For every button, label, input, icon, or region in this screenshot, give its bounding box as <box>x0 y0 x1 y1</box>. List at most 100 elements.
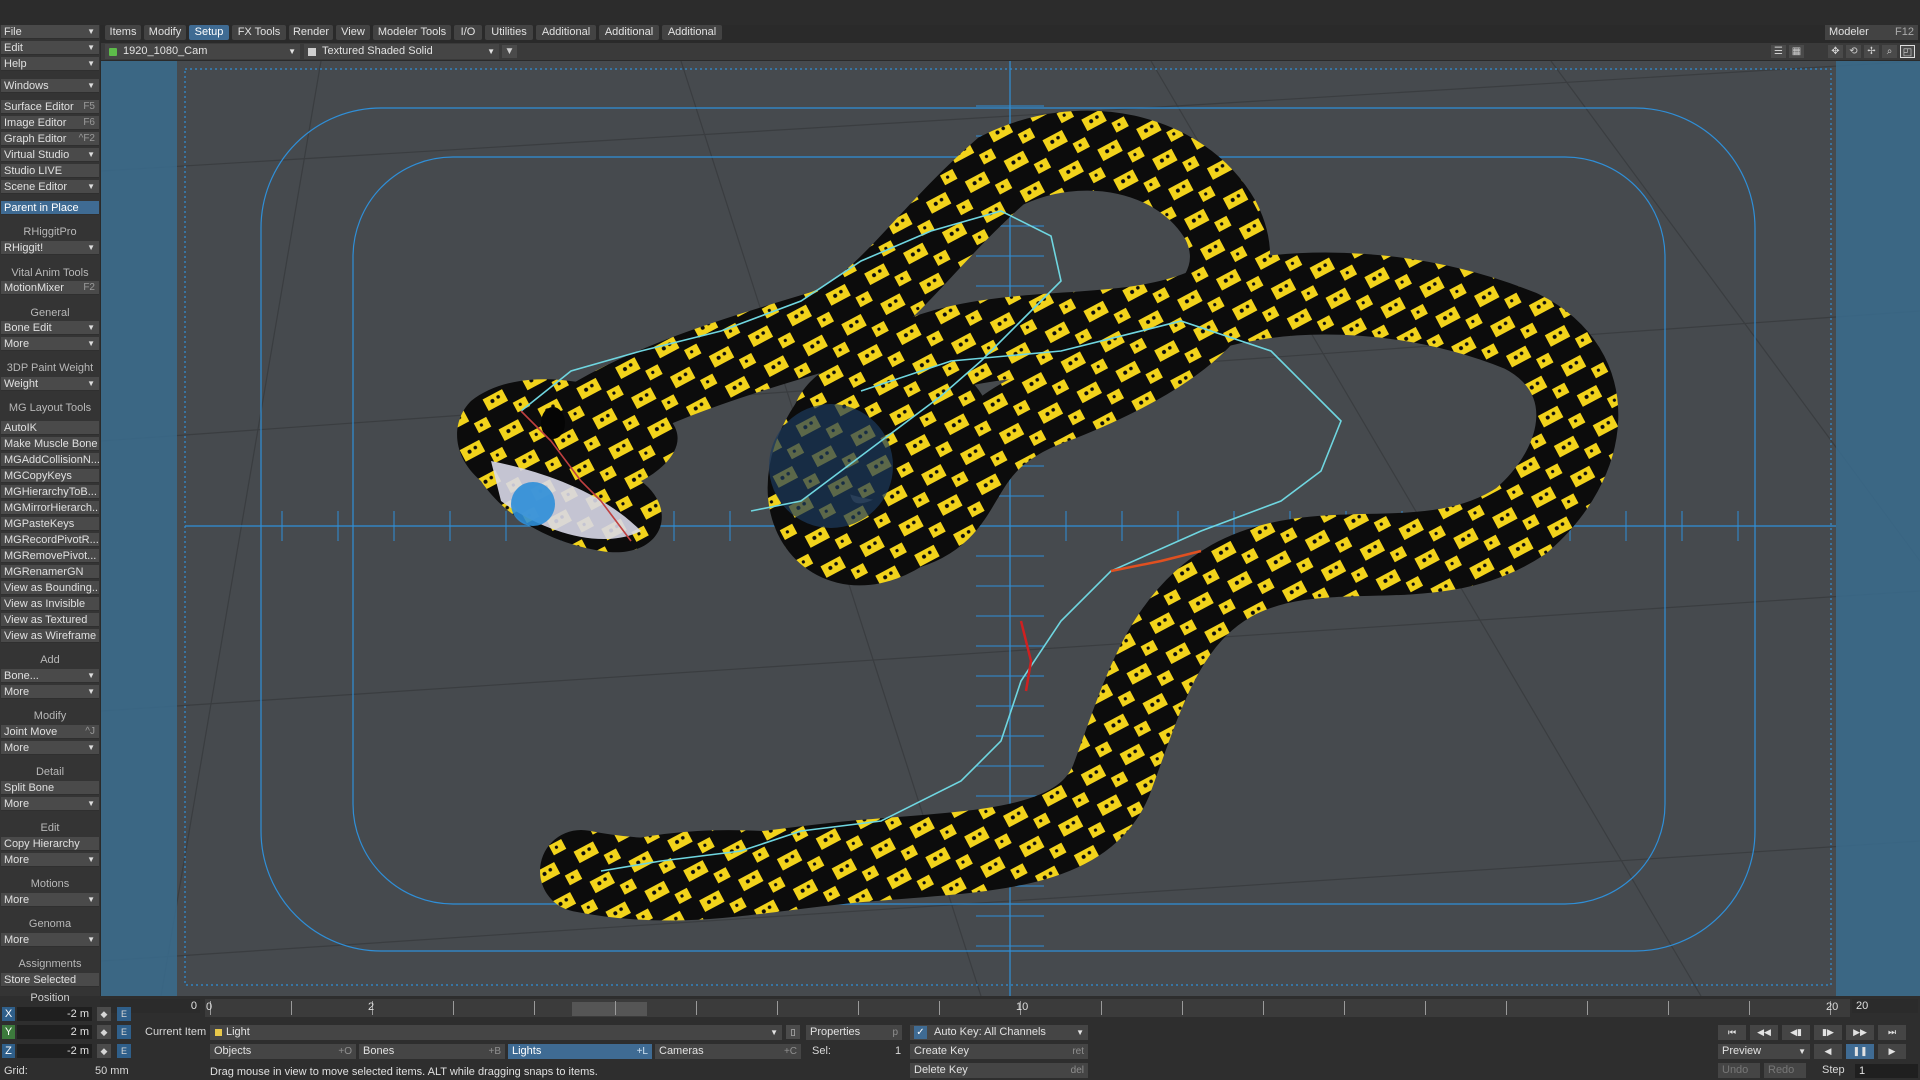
shading-dropdown[interactable]: Textured Shaded Solid ▼ <box>304 44 499 59</box>
toolbar-button[interactable]: Graph Editor ^F2 <box>1 132 99 146</box>
toolbar-button[interactable]: Make Muscle Bone <box>1 437 99 451</box>
tab-modify[interactable]: Modify <box>144 25 186 40</box>
x-envelope-button[interactable]: E <box>117 1007 131 1021</box>
y-envelope-button[interactable]: E <box>117 1025 131 1039</box>
previous-frame-icon[interactable]: ◀▮ <box>1782 1025 1810 1040</box>
toolbar-button[interactable]: MGMirrorHierarch... <box>1 501 99 515</box>
timeline-start-field[interactable]: 0 <box>100 999 200 1013</box>
toolbar-button[interactable]: Joint Move ^J <box>1 725 99 739</box>
properties-button[interactable]: Properties p <box>806 1025 902 1040</box>
select-cameras-button[interactable]: Cameras +C <box>655 1044 801 1059</box>
toolbar-button[interactable]: MGCopyKeys <box>1 469 99 483</box>
tab-items[interactable]: Items <box>105 25 141 40</box>
rotate-view-icon[interactable]: ⟲ <box>1846 45 1861 58</box>
step-field[interactable]: 1 <box>1855 1064 1918 1078</box>
toolbar-button[interactable]: MGAddCollisionN... <box>1 453 99 467</box>
toolbar-button[interactable]: Split Bone <box>1 781 99 795</box>
tab-additional[interactable]: Additional <box>536 25 596 40</box>
current-item-dropdown[interactable]: Light ▼ <box>210 1025 782 1040</box>
tab-setup[interactable]: Setup <box>189 25 229 40</box>
toolbar-button[interactable]: Studio LIVE <box>1 164 99 178</box>
toolbar-button[interactable]: Scene Editor ▼ <box>1 180 99 194</box>
toolbar-button[interactable]: More ▼ <box>1 797 99 811</box>
x-move-icon[interactable]: ◆ <box>97 1007 111 1021</box>
toolbar-button[interactable]: View as Invisible <box>1 597 99 611</box>
toolbar-button[interactable]: MGRenamerGN <box>1 565 99 579</box>
toolbar-button[interactable]: More ▼ <box>1 685 99 699</box>
next-frame-icon[interactable]: ▮▶ <box>1814 1025 1842 1040</box>
layout-icon[interactable]: ▦ <box>1789 45 1804 58</box>
camera-dropdown[interactable]: 1920_1080_Cam ▼ <box>105 44 300 59</box>
toolbar-button[interactable]: Image Editor F6 <box>1 116 99 130</box>
next-key-icon[interactable]: ▶▶ <box>1846 1025 1874 1040</box>
toolbar-button[interactable]: File ▼ <box>1 25 99 39</box>
tab-utilities[interactable]: Utilities <box>485 25 533 40</box>
maximize-icon[interactable]: ◰ <box>1900 45 1915 58</box>
go-to-start-icon[interactable]: ⏮ <box>1718 1025 1746 1040</box>
z-position-field[interactable]: -2 m <box>17 1044 92 1058</box>
tab-additional[interactable]: Additional <box>599 25 659 40</box>
pan-view-icon[interactable]: ✢ <box>1864 45 1879 58</box>
toolbar-button[interactable]: Virtual Studio ▼ <box>1 148 99 162</box>
python-model[interactable] <box>457 110 1619 921</box>
play-reverse-icon[interactable]: ◀ <box>1814 1044 1842 1059</box>
toolbar-button[interactable]: Bone Edit ▼ <box>1 321 99 335</box>
tab-fx-tools[interactable]: FX Tools <box>232 25 286 40</box>
toolbar-button[interactable]: View as Textured <box>1 613 99 627</box>
go-to-end-icon[interactable]: ⏭ <box>1878 1025 1906 1040</box>
perspective-viewport[interactable] <box>101 61 1920 996</box>
toolbar-button[interactable]: MGPasteKeys <box>1 517 99 531</box>
x-position-field[interactable]: -2 m <box>17 1007 92 1021</box>
preview-dropdown[interactable]: Preview ▼ <box>1718 1044 1810 1059</box>
toolbar-button[interactable]: MGRecordPivotR... <box>1 533 99 547</box>
previous-key-icon[interactable]: ◀◀ <box>1750 1025 1778 1040</box>
toolbar-button[interactable]: More ▼ <box>1 893 99 907</box>
auto-key-dropdown[interactable]: ✓ Auto Key: All Channels ▼ <box>910 1025 1088 1040</box>
toolbar-button[interactable]: Parent in Place <box>1 201 99 215</box>
tab-additional[interactable]: Additional <box>662 25 722 40</box>
play-icon[interactable]: ▶ <box>1878 1044 1906 1059</box>
toolbar-button[interactable]: Surface Editor F5 <box>1 100 99 114</box>
toolbar-button[interactable]: More ▼ <box>1 337 99 351</box>
toolbar-button[interactable]: View as Bounding... <box>1 581 99 595</box>
toolbar-button[interactable]: MGRemovePivot... <box>1 549 99 563</box>
viewport-options-icon[interactable]: ▼ <box>502 45 517 58</box>
list-icon[interactable]: ☰ <box>1771 45 1786 58</box>
toolbar-button[interactable]: Help ▼ <box>1 57 99 71</box>
toolbar-button[interactable]: More ▼ <box>1 933 99 947</box>
checkbox-checked-icon[interactable]: ✓ <box>914 1026 927 1039</box>
toolbar-button[interactable]: More ▼ <box>1 741 99 755</box>
undo-button[interactable]: Undo <box>1718 1063 1760 1078</box>
item-options-icon[interactable]: ▯ <box>786 1025 800 1039</box>
create-key-button[interactable]: Create Key ret <box>910 1044 1088 1059</box>
delete-key-button[interactable]: Delete Key del <box>910 1063 1088 1078</box>
redo-button[interactable]: Redo <box>1764 1063 1806 1078</box>
toolbar-button[interactable]: Bone... ▼ <box>1 669 99 683</box>
frame-slider[interactable] <box>572 1002 647 1016</box>
move-view-icon[interactable]: ✥ <box>1828 45 1843 58</box>
y-move-icon[interactable]: ◆ <box>97 1025 111 1039</box>
toolbar-button[interactable]: Windows ▼ <box>1 79 99 93</box>
z-envelope-button[interactable]: E <box>117 1044 131 1058</box>
tab-view[interactable]: View <box>336 25 370 40</box>
timeline-end-field[interactable]: 20 <box>1852 999 1918 1013</box>
tab-i-o[interactable]: I/O <box>454 25 482 40</box>
y-position-field[interactable]: 2 m <box>17 1025 92 1039</box>
toolbar-button[interactable]: Copy Hierarchy <box>1 837 99 851</box>
select-lights-button[interactable]: Lights +L <box>508 1044 652 1059</box>
pause-icon[interactable]: ❚❚ <box>1846 1044 1874 1059</box>
toolbar-button[interactable]: Edit ▼ <box>1 41 99 55</box>
tab-modeler-tools[interactable]: Modeler Tools <box>373 25 451 40</box>
toolbar-button[interactable]: RHiggit! ▼ <box>1 241 99 255</box>
toolbar-button[interactable]: Store Selected <box>1 973 99 987</box>
viewport-canvas[interactable] <box>101 61 1920 996</box>
toolbar-button[interactable]: View as Wireframe <box>1 629 99 643</box>
timeline-ruler[interactable]: 0 2 10 20 <box>205 999 1850 1017</box>
toolbar-button[interactable]: Weight ▼ <box>1 377 99 391</box>
toolbar-button[interactable]: MGHierarchyToB... <box>1 485 99 499</box>
zoom-icon[interactable]: ⌕ <box>1882 45 1897 58</box>
tab-render[interactable]: Render <box>289 25 333 40</box>
modeler-button[interactable]: Modeler F12 <box>1825 25 1918 40</box>
select-objects-button[interactable]: Objects +O <box>210 1044 356 1059</box>
z-move-icon[interactable]: ◆ <box>97 1044 111 1058</box>
